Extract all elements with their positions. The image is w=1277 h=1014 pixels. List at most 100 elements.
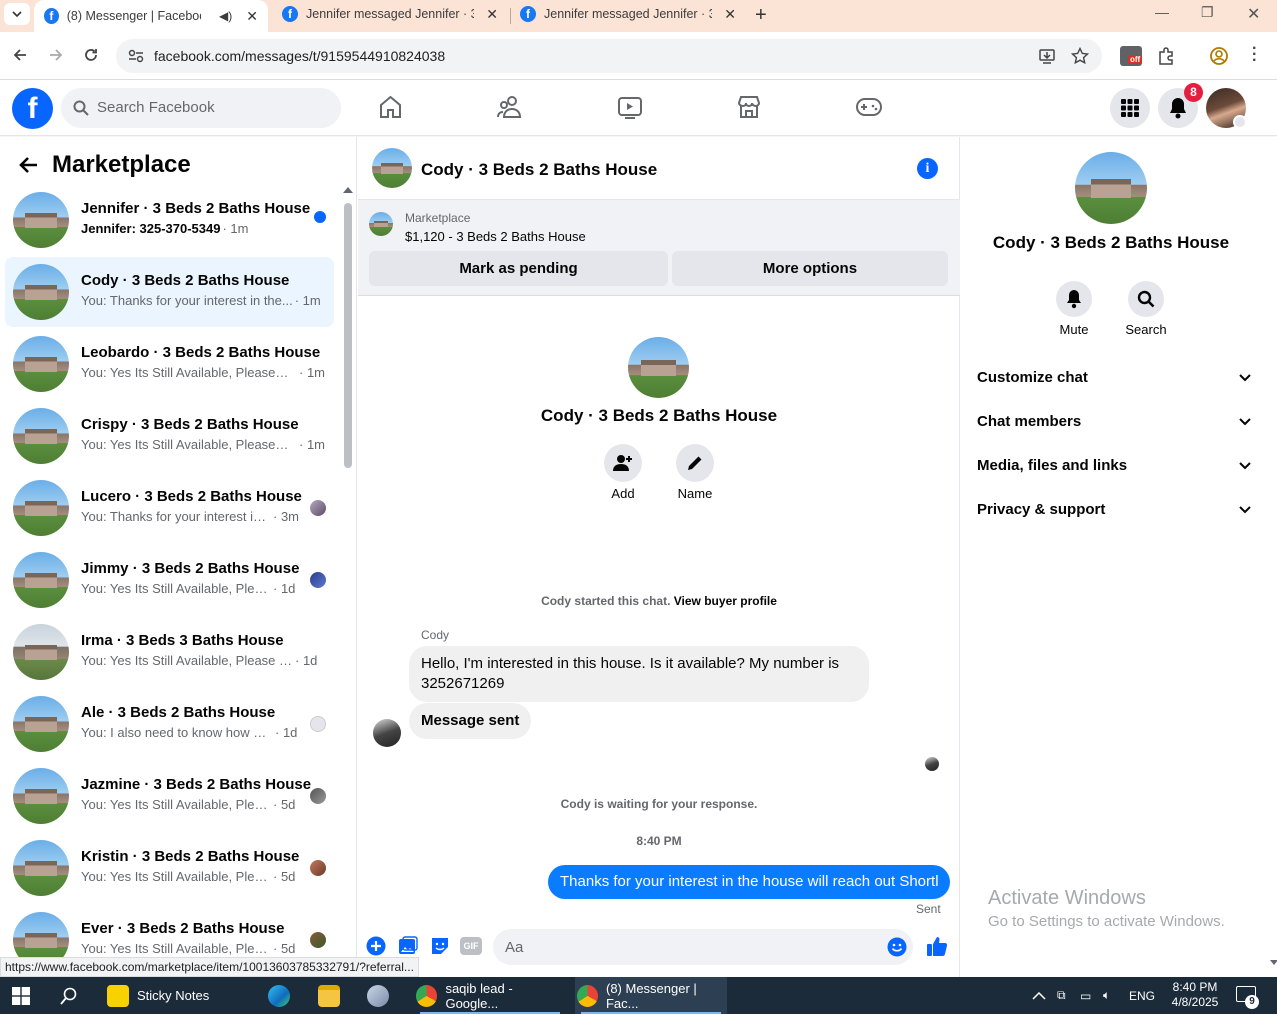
conversation-item[interactable]: Kristin · 3 Beds 2 Baths House You: Yes …	[5, 833, 334, 903]
view-buyer-profile-link[interactable]: View buyer profile	[674, 594, 777, 608]
mark-pending-button[interactable]: Mark as pending	[369, 251, 668, 286]
plus-circle-icon[interactable]	[366, 936, 386, 956]
network-icon[interactable]: ▭	[1080, 977, 1091, 1014]
outgoing-message[interactable]: Thanks for your interest in the house wi…	[548, 865, 950, 899]
privacy-support-section[interactable]: Privacy & support	[977, 501, 1251, 518]
conversation-item[interactable]: Leobardo · 3 Beds 2 Baths House You: Yes…	[5, 329, 334, 399]
taskbar-chrome-saqib[interactable]: saqib lead - Google...	[414, 977, 566, 1014]
profile-name: Cody · 3 Beds 2 Baths House	[992, 233, 1230, 252]
conversation-name: Jennifer · 3 Beds 2 Baths House	[81, 200, 311, 217]
menu-grid-button[interactable]	[1110, 88, 1150, 128]
mute-button[interactable]	[1056, 281, 1092, 317]
add-button[interactable]	[604, 444, 642, 482]
listing-thumbnail	[13, 768, 69, 824]
close-tab-icon[interactable]: ✕	[246, 8, 258, 25]
gif-icon[interactable]: GIF	[460, 937, 482, 955]
chat-profile-avatar	[628, 337, 689, 398]
extensions-puzzle-icon[interactable]	[1156, 46, 1176, 66]
conversation-item[interactable]: Irma · 3 Beds 3 Baths House You: Yes Its…	[5, 617, 334, 687]
new-tab-button[interactable]: +	[755, 4, 767, 27]
listing-thumbnail	[13, 408, 69, 464]
home-icon[interactable]	[378, 94, 403, 120]
marketplace-icon[interactable]	[736, 94, 762, 120]
volume-icon[interactable]: 🔈︎	[1103, 977, 1110, 1014]
sticker-icon[interactable]	[430, 936, 450, 956]
close-window-button[interactable]: ✕	[1247, 4, 1260, 24]
site-settings-icon[interactable]	[128, 49, 144, 63]
back-arrow-icon[interactable]	[18, 156, 38, 174]
profile-icon[interactable]	[1209, 46, 1229, 66]
emoji-icon[interactable]	[887, 937, 907, 957]
incoming-message[interactable]: Hello, I'm interested in this house. Is …	[409, 646, 869, 702]
install-app-icon[interactable]	[1038, 47, 1056, 65]
gaming-icon[interactable]	[855, 94, 883, 120]
url-text[interactable]: facebook.com/messages/t/9159544910824038	[154, 48, 445, 64]
tab-jennifer-2[interactable]: f Jennifer messaged Jennifer · 3 B ✕	[510, 0, 746, 28]
close-tab-icon[interactable]: ✕	[724, 6, 736, 23]
conversation-preview: You: Yes Its Still Available, Please ...…	[81, 797, 296, 812]
reload-button[interactable]	[83, 47, 99, 63]
taskbar-clock[interactable]: 8:40 PM 4/8/2025	[1160, 980, 1230, 1010]
conversation-item[interactable]: Crispy · 3 Beds 2 Baths House You: Yes I…	[5, 401, 334, 471]
chat-avatar[interactable]	[372, 148, 412, 188]
minimize-button[interactable]: —	[1155, 4, 1169, 20]
forward-button[interactable]	[48, 47, 64, 63]
listing-price[interactable]: $1,120 - 3 Beds 2 Baths House	[405, 229, 586, 244]
grid-icon	[1121, 99, 1139, 117]
taskbar-search-icon[interactable]	[60, 987, 78, 1005]
taskbar-edge[interactable]	[268, 977, 290, 1014]
video-icon[interactable]	[617, 94, 643, 120]
photo-icon[interactable]	[398, 936, 418, 956]
bookmark-star-icon[interactable]	[1071, 47, 1089, 65]
more-options-button[interactable]: More options	[672, 251, 948, 286]
meet-now-icon[interactable]: ⧉	[1057, 977, 1066, 1014]
chat-members-section[interactable]: Chat members	[977, 413, 1251, 430]
close-tab-icon[interactable]: ✕	[486, 6, 498, 23]
account-chevron-icon[interactable]	[1233, 115, 1247, 129]
conversation-list-panel: Marketplace Jennifer · 3 Beds 2 Baths Ho…	[0, 137, 357, 977]
taskbar-chrome-messenger[interactable]: (8) Messenger | Fac...	[575, 977, 727, 1014]
scrollbar-thumb[interactable]	[344, 203, 352, 468]
conversation-item[interactable]: Ale · 3 Beds 2 Baths House You: I also n…	[5, 689, 334, 759]
omnibox[interactable]: facebook.com/messages/t/9159544910824038	[116, 39, 1102, 73]
taskbar-file-explorer[interactable]	[318, 977, 340, 1014]
listing-thumbnail	[13, 336, 69, 392]
conversation-item[interactable]: Lucero · 3 Beds 2 Baths House You: Thank…	[5, 473, 334, 543]
facebook-logo-icon[interactable]: f	[12, 88, 53, 129]
scroll-up-arrow[interactable]	[343, 187, 353, 193]
tab-search-button[interactable]	[4, 3, 30, 25]
media-files-links-section[interactable]: Media, files and links	[977, 457, 1251, 474]
profile-avatar[interactable]	[1075, 152, 1147, 224]
customize-chat-section[interactable]: Customize chat	[977, 369, 1251, 386]
speaker-icon[interactable]: ◀)	[219, 9, 232, 23]
taskbar-sticky-notes[interactable]: Sticky Notes	[107, 977, 209, 1014]
message-input[interactable]: Aa	[493, 929, 913, 965]
back-button[interactable]	[12, 47, 28, 63]
tab-jennifer-1[interactable]: f Jennifer messaged Jennifer · 3 B ✕	[272, 0, 508, 28]
conversation-item[interactable]: Jennifer · 3 Beds 2 Baths House Jennifer…	[5, 185, 334, 255]
conversation-item[interactable]: Jimmy · 3 Beds 2 Baths House You: Yes It…	[5, 545, 334, 615]
search-input[interactable]: Search Facebook	[61, 88, 341, 128]
incoming-message[interactable]: Message sent	[409, 703, 532, 739]
search-in-chat-button[interactable]	[1128, 281, 1164, 317]
language-indicator[interactable]: ENG	[1129, 977, 1155, 1014]
tab-messenger[interactable]: f (8) Messenger | Facebook ◀) ✕	[34, 0, 268, 32]
chat-title[interactable]: Cody · 3 Beds 2 Baths House	[421, 160, 657, 180]
browser-menu-icon[interactable]: · · ·	[1252, 41, 1257, 69]
friends-icon[interactable]	[497, 94, 523, 120]
restore-button[interactable]: ❐	[1201, 4, 1214, 21]
listing-thumbnail[interactable]	[369, 212, 393, 236]
taskbar-app[interactable]	[367, 977, 389, 1014]
windows-start-icon[interactable]	[12, 987, 30, 1005]
conversation-item-selected[interactable]: Cody · 3 Beds 2 Baths House You: Thanks …	[5, 257, 334, 327]
name-button[interactable]	[676, 444, 714, 482]
chat-profile-name: Cody · 3 Beds 2 Baths House	[540, 406, 778, 425]
chrome-icon	[577, 984, 598, 1007]
conversation-item[interactable]: Jazmine · 3 Beds 2 Baths House You: Yes …	[5, 761, 334, 831]
scroll-down-arrow[interactable]	[1270, 960, 1277, 965]
info-icon[interactable]: i	[917, 158, 938, 179]
extension-off-icon[interactable]: off	[1120, 46, 1143, 66]
show-hidden-icons[interactable]	[1032, 977, 1046, 1014]
thumbs-up-icon[interactable]	[926, 935, 948, 957]
sender-avatar[interactable]	[373, 719, 401, 747]
